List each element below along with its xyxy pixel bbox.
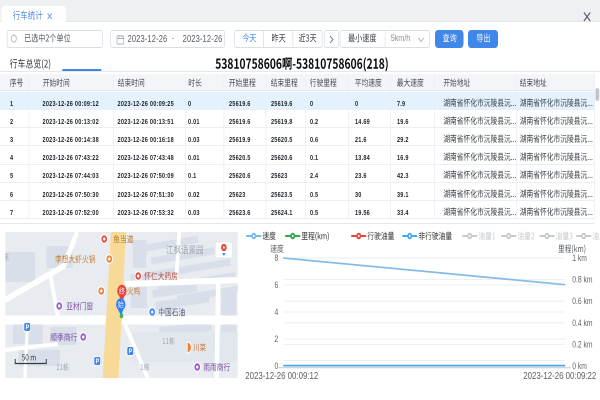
svg-text:P: P	[25, 324, 29, 332]
svg-text:2023-12-26 00:09:22: 2023-12-26 00:09:22	[523, 370, 596, 381]
svg-text:P: P	[95, 358, 99, 366]
svg-text:4: 4	[274, 307, 278, 317]
svg-text:2: 2	[274, 334, 278, 344]
svg-text:0.8 km: 0.8 km	[572, 275, 593, 285]
svg-text:0.2 km: 0.2 km	[572, 339, 593, 349]
svg-text:P: P	[128, 348, 132, 356]
svg-text:2023-12-26 00:09:12: 2023-12-26 00:09:12	[245, 370, 318, 381]
svg-text:8: 8	[274, 253, 278, 263]
svg-text:6: 6	[274, 280, 278, 290]
svg-text:1 km: 1 km	[572, 253, 587, 263]
svg-text:0.4 km: 0.4 km	[572, 318, 593, 328]
svg-text:0.6 km: 0.6 km	[572, 296, 593, 306]
